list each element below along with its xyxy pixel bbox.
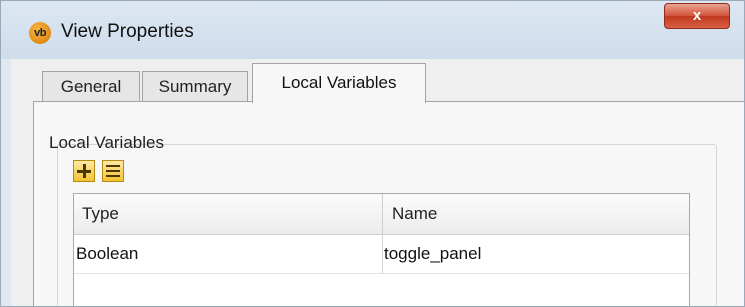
local-variables-table[interactable]: Type Name Boolean toggle_panel	[73, 193, 690, 306]
column-header-name[interactable]: Name	[392, 194, 437, 234]
column-divider[interactable]	[382, 194, 383, 234]
list-variables-button[interactable]	[102, 160, 124, 182]
cell-divider	[382, 234, 383, 273]
column-header-type[interactable]: Type	[82, 194, 119, 234]
tab-strip: General Summary Local Variables	[23, 59, 744, 103]
table-row[interactable]: Boolean toggle_panel	[74, 234, 689, 274]
local-variables-group-label: Local Variables	[49, 133, 164, 152]
close-button[interactable]: x	[664, 3, 730, 29]
add-variable-button[interactable]	[73, 160, 95, 182]
dialog-body: General Summary Local Variables Local Va…	[11, 59, 744, 306]
cell-type[interactable]: Boolean	[76, 234, 138, 273]
tab-local-variables[interactable]: Local Variables	[252, 63, 426, 103]
tab-general[interactable]: General	[42, 71, 140, 101]
tab-summary[interactable]: Summary	[142, 71, 248, 101]
title-bar[interactable]: vb View Properties x	[1, 1, 744, 59]
table-header: Type Name	[74, 194, 689, 235]
window-title: View Properties	[61, 21, 194, 42]
cell-name[interactable]: toggle_panel	[384, 234, 481, 273]
vb-app-icon: vb	[29, 22, 51, 44]
view-properties-window: vb View Properties x General Summary Loc…	[0, 0, 745, 307]
